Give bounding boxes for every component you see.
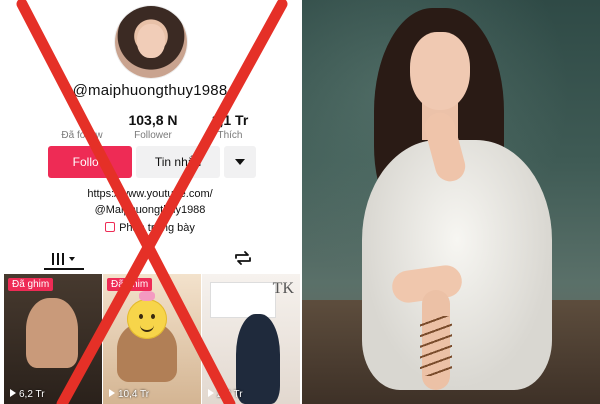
grid-icon [52,253,66,265]
pinned-badge: Đã ghim [107,278,153,291]
chevron-down-icon [235,159,245,165]
play-icon [109,389,115,397]
stat-likes[interactable]: 1,1 Tr Thích [200,112,260,141]
profile-screenshot-panel: @maiphuongthuy1988 4 Đã follow 103,8 N F… [0,0,300,404]
bow-icon [139,291,155,301]
emoji-eye [151,314,155,319]
thumbnail-note [210,282,276,318]
stat-likes-value: 1,1 Tr [211,112,249,128]
emoji-mouth [140,324,154,332]
stat-following[interactable]: 4 Đã follow [52,112,112,141]
smiley-emoji-icon [127,291,167,339]
stat-likes-label: Thích [217,130,243,141]
thumbnail-logo: TK [272,280,294,297]
photo-face [410,32,470,110]
shopping-bag-icon [105,222,116,232]
follow-button[interactable]: Follow [48,146,132,178]
video-thumbnail[interactable]: Đã ghim 6,2 Tr [4,274,102,404]
portrait-photo [302,0,600,404]
stat-following-value: 4 [78,112,86,128]
stat-followers-value: 103,8 N [128,112,178,128]
pinned-badge: Đã ghim [8,278,54,291]
view-count-value: 6,2 Tr [19,389,45,400]
view-count: 2,2 Tr [208,389,243,400]
chevron-down-icon [69,257,75,261]
play-icon [10,389,16,397]
repost-icon[interactable] [232,248,254,268]
emoji-eye [139,314,143,319]
profile-username: @maiphuongthuy1988 [72,82,228,99]
thumbnail-person [26,298,78,368]
active-tab-indicator [44,268,84,270]
showcase-link[interactable]: Phần trưng bày [0,222,300,234]
view-count: 10,4 Tr [109,389,149,400]
play-icon [208,389,214,397]
stat-following-label: Đã follow [61,130,103,141]
video-thumbnail[interactable]: TK 2,2 Tr [202,274,300,404]
showcase-label: Phần trưng bày [119,222,195,234]
photo-sandal-straps [420,316,452,376]
view-count-value: 2,2 Tr [217,389,243,400]
profile-avatar[interactable] [115,6,187,78]
bio-link[interactable]: https://www.youtube.com/ [0,188,300,200]
message-button[interactable]: Tin nhắn [136,146,220,178]
view-count: 6,2 Tr [10,389,45,400]
stat-followers-label: Follower [134,130,172,141]
avatar-face [137,24,165,58]
more-options-button[interactable] [224,146,256,178]
bio-handle: @Maiphuongthuy1988 [94,204,206,216]
tab-videos-grid[interactable] [48,250,88,270]
stat-followers[interactable]: 103,8 N Follower [118,112,188,141]
view-count-value: 10,4 Tr [118,389,150,400]
